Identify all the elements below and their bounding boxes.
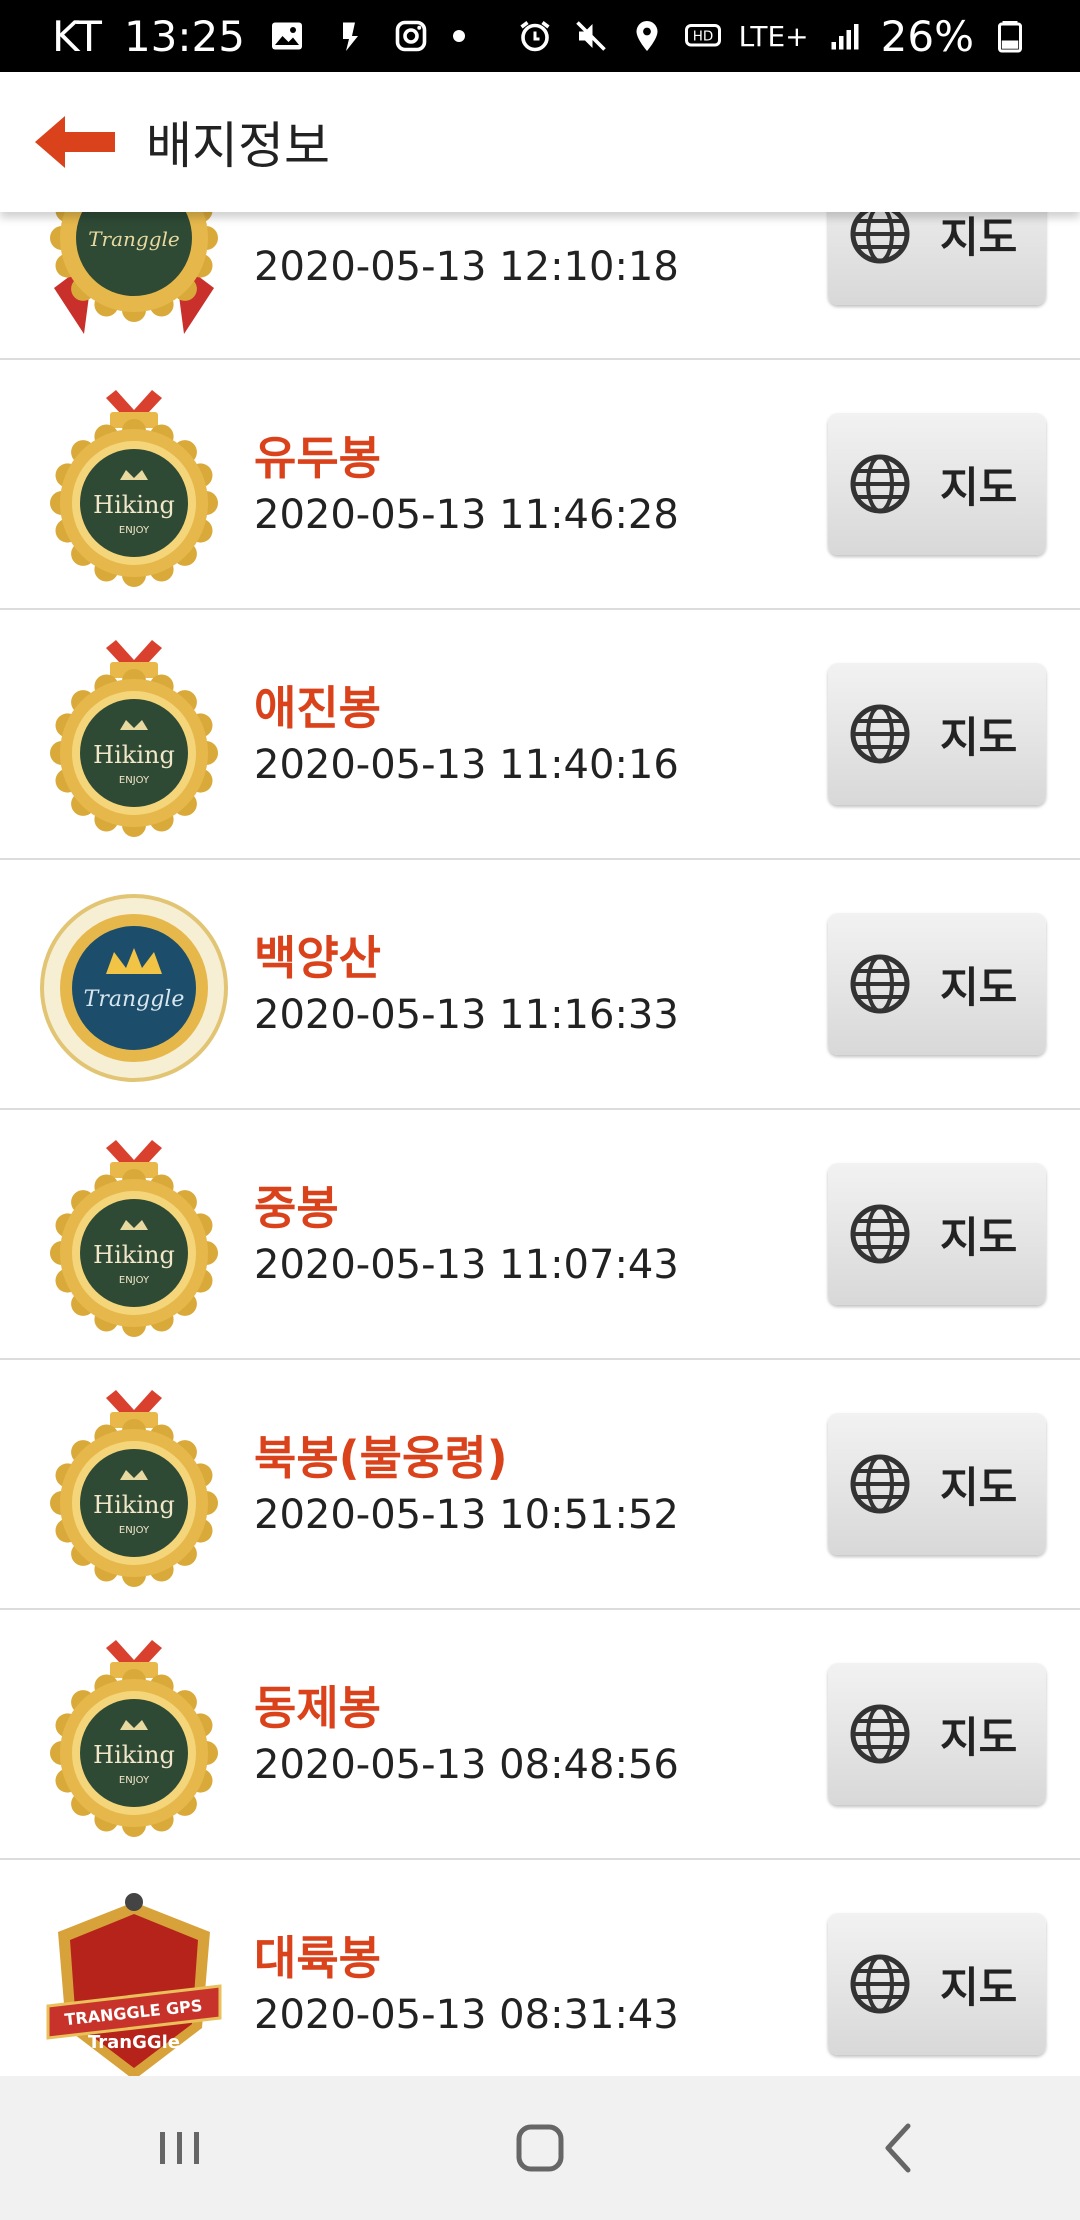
map-button[interactable]: 지도 [828,1663,1046,1805]
notification-icon [329,16,369,56]
network-type-label: LTE+ [738,19,809,53]
svg-text:ENJOY: ENJOY [119,1525,150,1536]
badge-name: 애진봉 [254,681,381,735]
badge-timestamp: 2020-05-13 08:31:43 [254,1992,679,2038]
map-button-label: 지도 [940,1712,1018,1762]
battery-icon [990,16,1030,56]
svg-text:Hiking: Hiking [93,1741,175,1769]
app-bar: 배지정보 [0,72,1080,212]
badge-name: 유두봉 [254,431,381,485]
badge-list-item[interactable]: Hiking ENJOY 북봉(불웅령) 2020-05-13 10:51:52 지도 [0,1360,1080,1610]
map-button[interactable]: 지도 [828,413,1046,555]
globe-icon [850,954,910,1014]
map-button-label: 지도 [940,212,1018,262]
badge-name: 대륙봉 [254,1931,381,1985]
badge-image: Hiking ENJOY [34,388,234,588]
svg-text:Hiking: Hiking [93,1491,175,1519]
globe-icon [850,212,910,264]
badge-name: 중봉 [254,1181,339,1235]
badge-timestamp: 2020-05-13 08:48:56 [254,1742,679,1788]
svg-text:ENJOY: ENJOY [119,525,150,536]
map-button[interactable]: 지도 [828,1913,1046,2055]
gallery-icon [267,16,307,56]
svg-text:ENJOY: ENJOY [119,775,150,786]
map-button[interactable]: 지도 [828,1413,1046,1555]
carrier-label: KT [52,11,102,61]
home-icon [516,2124,564,2172]
badge-timestamp: 2020-05-13 11:07:43 [254,1242,679,1288]
badge-image: TRANGGLE GPS TranGGle [34,1888,234,2076]
globe-icon [850,704,910,764]
arrow-left-icon [35,116,115,168]
map-button-label: 지도 [940,712,1018,762]
signal-icon [825,16,865,56]
home-button[interactable] [480,2088,600,2208]
badge-timestamp: 2020-05-13 11:40:16 [254,742,679,788]
badge-list-item[interactable]: Hiking ENJOY 중봉 2020-05-13 11:07:43 지도 [0,1110,1080,1360]
svg-text:TranGGle: TranGGle [88,2032,180,2053]
battery-percent: 26% [880,11,974,61]
badge-timestamp: 2020-05-13 11:46:28 [254,492,679,538]
globe-icon [850,1704,910,1764]
globe-icon [850,454,910,514]
map-button[interactable]: 지도 [828,1163,1046,1305]
alarm-icon [515,16,555,56]
badge-image: Hiking ENJOY [34,1138,234,1338]
badge-timestamp: 2020-05-13 10:51:52 [254,1492,679,1538]
badge-list-item[interactable]: Hiking ENJOY 애진봉 2020-05-13 11:40:16 지도 [0,610,1080,860]
globe-icon [850,1954,910,2014]
map-button-label: 지도 [940,1962,1018,2012]
badge-list-item[interactable]: Hiking ENJOY 동제봉 2020-05-13 08:48:56 지도 [0,1610,1080,1860]
svg-text:Tranggle: Tranggle [84,987,185,1012]
map-button[interactable]: 지도 [828,663,1046,805]
badge-list-item[interactable]: TRANGGLE GPS TranGGle 대륙봉 2020-05-13 08:31:… [0,1860,1080,2076]
badge-image: Tranggle [34,212,234,338]
svg-text:ENJOY: ENJOY [119,1275,150,1286]
mute-icon [571,16,611,56]
back-chevron-icon [885,2123,911,2173]
more-notifications-dot [452,30,465,42]
map-button[interactable]: 지도 [828,212,1046,305]
back-button[interactable] [20,92,130,192]
clock-label: 13:25 [123,11,245,61]
map-button-label: 지도 [940,1212,1018,1262]
map-button[interactable]: 지도 [828,913,1046,1055]
badge-name: 북봉(불웅령) [254,1431,508,1485]
svg-text:HD: HD [692,29,713,45]
location-icon [627,16,667,56]
system-nav-bar [0,2076,1080,2220]
badge-list-item[interactable]: Hiking ENJOY 유두봉 2020-05-13 11:46:28 지도 [0,360,1080,610]
instagram-icon [391,16,431,56]
svg-text:Hiking: Hiking [93,741,175,769]
map-button-label: 지도 [940,962,1018,1012]
recents-button[interactable] [120,2088,240,2208]
map-button-label: 지도 [940,1462,1018,1512]
svg-text:Tranggle: Tranggle [88,227,180,251]
badge-timestamp: 2020-05-13 12:10:18 [254,244,679,290]
badge-timestamp: 2020-05-13 11:16:33 [254,992,679,1038]
badge-list-item[interactable]: Tranggle 백양산 2020-05-13 11:16:33 지도 [0,860,1080,1110]
hd-voice-icon: HD [683,16,723,56]
badge-image: Hiking ENJOY [34,638,234,838]
badge-name: 동제봉 [254,1681,381,1735]
badge-image: Tranggle [34,888,234,1088]
svg-text:Hiking: Hiking [93,1241,175,1269]
globe-icon [850,1204,910,1264]
badge-image: Hiking ENJOY [34,1388,234,1588]
globe-icon [850,1454,910,1514]
map-button-label: 지도 [940,462,1018,512]
recents-icon [160,2132,199,2164]
nav-back-button[interactable] [840,2088,960,2208]
page-title: 배지정보 [146,117,330,175]
badge-name: 백양산 [254,931,381,985]
badge-image: Hiking ENJOY [34,1638,234,1838]
svg-text:ENJOY: ENJOY [119,1775,150,1786]
status-bar: KT 13:25 HD LTE+ 26% [0,0,1080,72]
badge-list-item[interactable]: Tranggle 2020-05-13 12:10:18 지도 [0,212,1080,360]
badge-list[interactable]: Tranggle 2020-05-13 12:10:18 지도 Hiking ENJOY… [0,212,1080,2076]
svg-text:Hiking: Hiking [93,491,175,519]
